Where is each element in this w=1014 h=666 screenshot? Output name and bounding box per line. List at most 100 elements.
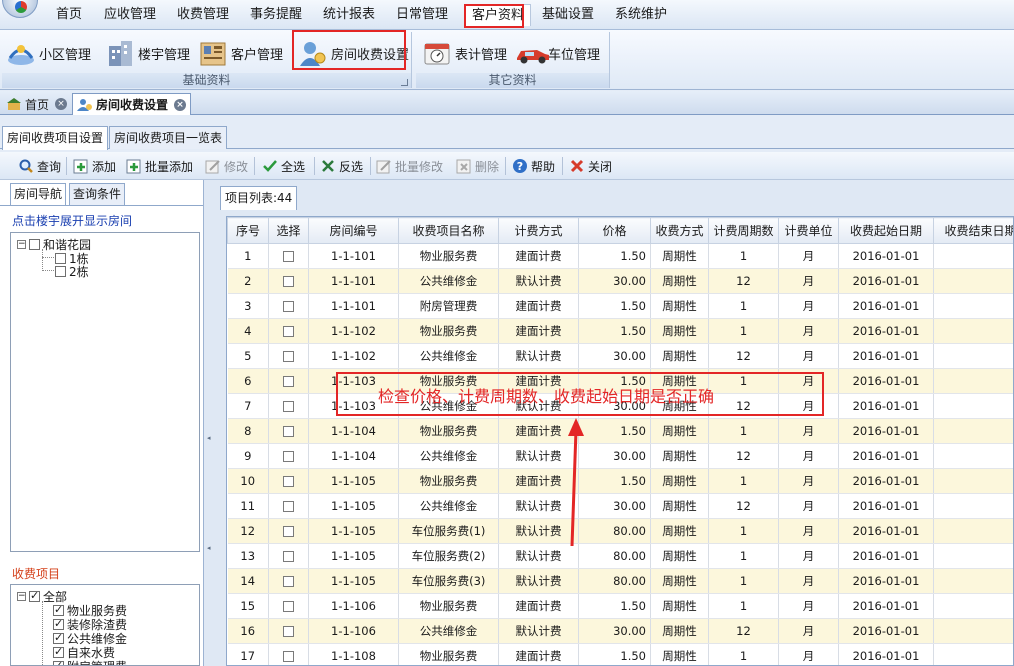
room-fee-settings-button[interactable]: 房间收费设置 — [298, 36, 409, 70]
table-row[interactable]: 6 1-1-103 物业服务费 建面计费 1.50 周期性 1 月 2016-01-01 — [227, 368, 1013, 394]
row-checkbox[interactable] — [283, 326, 294, 337]
menu-customer-data[interactable]: 客户资料 — [465, 4, 532, 26]
column-header[interactable]: 收费结束日期 — [933, 217, 1013, 244]
fee-checkbox[interactable] — [29, 589, 40, 602]
edit-button[interactable]: 修改 — [205, 156, 248, 176]
table-row[interactable]: 9 1-1-104 公共维修金 默认计费 30.00 周期性 12 月 2016-01-01 — [227, 443, 1013, 469]
column-header[interactable]: 计费单位 — [778, 217, 839, 244]
row-checkbox[interactable] — [283, 301, 294, 312]
row-select-cell[interactable] — [268, 418, 309, 444]
row-select-cell[interactable] — [268, 393, 309, 419]
row-checkbox[interactable] — [283, 351, 294, 362]
doc-tab-home[interactable]: 首页 × — [2, 93, 71, 115]
batch-edit-button[interactable]: 批量修改 — [376, 156, 443, 176]
row-checkbox[interactable] — [283, 576, 294, 587]
table-row[interactable]: 4 1-1-102 物业服务费 建面计费 1.50 周期性 1 月 2016-01-01 — [227, 318, 1013, 344]
menu-reminders[interactable]: 事务提醒 — [244, 4, 308, 26]
row-select-cell[interactable] — [268, 568, 309, 594]
close-icon[interactable]: × — [174, 98, 187, 111]
column-header[interactable]: 收费方式 — [650, 217, 709, 244]
collapse-icon[interactable]: − — [17, 239, 26, 249]
column-header[interactable]: 选择 — [268, 217, 309, 244]
table-row[interactable]: 8 1-1-104 物业服务费 建面计费 1.50 周期性 1 月 2016-01-01 — [227, 418, 1013, 444]
help-button[interactable]: ? 帮助 — [512, 156, 555, 176]
row-select-cell[interactable] — [268, 293, 309, 319]
table-row[interactable]: 3 1-1-101 附房管理费 建面计费 1.50 周期性 1 月 2016-01-01 — [227, 293, 1013, 319]
row-select-cell[interactable] — [268, 518, 309, 544]
row-checkbox[interactable] — [283, 376, 294, 387]
meter-management-button[interactable]: 表计管理 — [422, 36, 507, 70]
row-checkbox[interactable] — [283, 401, 294, 412]
menu-basic-settings[interactable]: 基础设置 — [536, 4, 600, 26]
tab-item-list[interactable]: 项目列表:44 — [220, 186, 298, 210]
table-row[interactable]: 10 1-1-105 物业服务费 建面计费 1.50 周期性 1 月 2016-01-01 — [227, 468, 1013, 494]
fee-node-annex[interactable]: 附房管理费 — [53, 659, 127, 665]
row-checkbox[interactable] — [283, 276, 294, 287]
table-row[interactable]: 16 1-1-106 公共维修金 默认计费 30.00 周期性 12 月 2016-01-01 — [227, 618, 1013, 644]
close-button[interactable]: 关闭 — [569, 156, 612, 176]
customer-management-button[interactable]: 客户管理 — [198, 36, 283, 70]
column-header[interactable]: 计费周期数 — [708, 217, 779, 244]
tab-room-fee-item-overview[interactable]: 房间收费项目一览表 — [109, 126, 228, 149]
tree-checkbox[interactable] — [55, 252, 66, 264]
row-checkbox[interactable] — [283, 501, 294, 512]
doc-tab-room-fee-settings[interactable]: 房间收费设置 × — [72, 93, 192, 115]
row-select-cell[interactable] — [268, 493, 309, 519]
row-checkbox[interactable] — [283, 526, 294, 537]
tab-query-conditions[interactable]: 查询条件 — [69, 183, 126, 205]
panel-splitter[interactable]: ◂ ◂ — [204, 180, 216, 666]
column-header[interactable]: 房间编号 — [308, 217, 399, 244]
row-checkbox[interactable] — [283, 651, 294, 662]
collapse-icon[interactable]: − — [17, 591, 26, 601]
table-row[interactable]: 13 1-1-105 车位服务费(2) 默认计费 80.00 周期性 1 月 2016-01-0… — [227, 543, 1013, 569]
fee-checkbox[interactable] — [53, 631, 64, 644]
row-checkbox[interactable] — [283, 451, 294, 462]
fee-checkbox[interactable] — [53, 659, 64, 665]
table-row[interactable]: 11 1-1-105 公共维修金 默认计费 30.00 周期性 12 月 2016-01-01 — [227, 493, 1013, 519]
table-row[interactable]: 15 1-1-106 物业服务费 建面计费 1.50 周期性 1 月 2016-01-01 — [227, 593, 1013, 619]
row-select-cell[interactable] — [268, 443, 309, 469]
batch-add-button[interactable]: 批量添加 — [126, 156, 193, 176]
table-row[interactable]: 14 1-1-105 车位服务费(3) 默认计费 80.00 周期性 1 月 2016-01-0… — [227, 568, 1013, 594]
row-select-cell[interactable] — [268, 368, 309, 394]
menu-reports[interactable]: 统计报表 — [317, 4, 381, 26]
add-button[interactable]: 添加 — [73, 156, 116, 176]
row-checkbox[interactable] — [283, 626, 294, 637]
row-checkbox[interactable] — [283, 426, 294, 437]
column-header[interactable]: 计费方式 — [498, 217, 579, 244]
row-checkbox[interactable] — [283, 476, 294, 487]
row-select-cell[interactable] — [268, 643, 309, 665]
row-checkbox[interactable] — [283, 251, 294, 262]
building-management-button[interactable]: 楼宇管理 — [105, 36, 190, 70]
column-header[interactable]: 收费起始日期 — [838, 217, 934, 244]
invert-selection-button[interactable]: 反选 — [320, 156, 363, 176]
row-select-cell[interactable] — [268, 268, 309, 294]
table-row[interactable]: 12 1-1-105 车位服务费(1) 默认计费 80.00 周期性 1 月 2016-01-0… — [227, 518, 1013, 544]
fee-checkbox[interactable] — [53, 617, 64, 630]
column-header[interactable]: 价格 — [578, 217, 651, 244]
row-select-cell[interactable] — [268, 343, 309, 369]
table-row[interactable]: 5 1-1-102 公共维修金 默认计费 30.00 周期性 12 月 2016-01-01 — [227, 343, 1013, 369]
row-select-cell[interactable] — [268, 243, 309, 269]
tree-checkbox[interactable] — [29, 238, 40, 250]
table-row[interactable]: 2 1-1-101 公共维修金 默认计费 30.00 周期性 12 月 2016-01-01 — [227, 268, 1013, 294]
menu-system[interactable]: 系统维护 — [609, 4, 673, 26]
query-button[interactable]: 查询 — [18, 156, 61, 176]
column-header[interactable]: 序号 — [227, 217, 269, 244]
community-management-button[interactable]: 小区管理 — [6, 36, 91, 70]
row-select-cell[interactable] — [268, 468, 309, 494]
table-row[interactable]: 7 1-1-103 公共维修金 默认计费 30.00 周期性 12 月 2016-01-01 — [227, 393, 1013, 419]
group-expand-icon[interactable] — [401, 79, 408, 86]
tree-node-building-2[interactable]: 2栋 — [55, 264, 89, 279]
parking-management-button[interactable]: 车位管理 — [515, 36, 600, 70]
table-row[interactable]: 1 1-1-101 物业服务费 建面计费 1.50 周期性 1 月 2016-01-01 — [227, 243, 1013, 269]
table-row[interactable]: 17 1-1-108 物业服务费 建面计费 1.50 周期性 1 月 2016-01-01 — [227, 643, 1013, 665]
row-select-cell[interactable] — [268, 543, 309, 569]
menu-daily[interactable]: 日常管理 — [390, 4, 454, 26]
tab-room-fee-item-settings[interactable]: 房间收费项目设置 — [2, 126, 109, 150]
menu-home[interactable]: 首页 — [50, 4, 88, 26]
menu-charges[interactable]: 收费管理 — [171, 4, 235, 26]
row-select-cell[interactable] — [268, 593, 309, 619]
close-icon[interactable]: × — [55, 98, 68, 110]
fee-checkbox[interactable] — [53, 645, 64, 658]
